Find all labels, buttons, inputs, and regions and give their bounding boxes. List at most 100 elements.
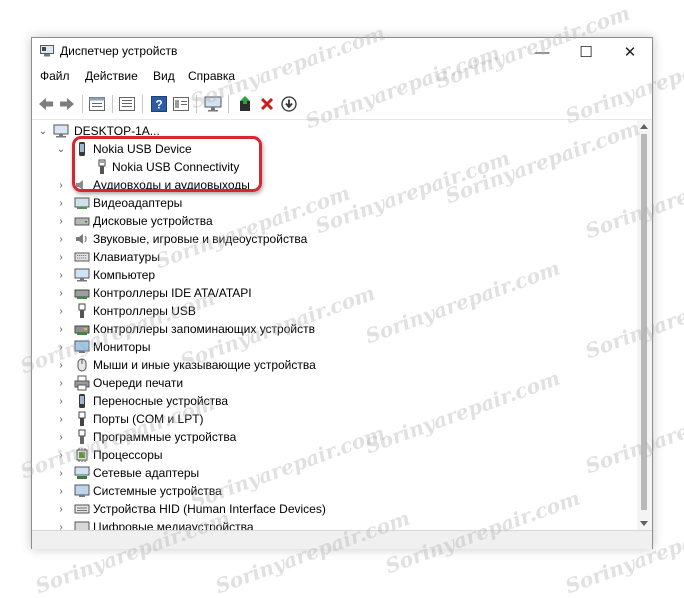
tree-item-category[interactable]: › Переносные устройства	[32, 392, 636, 410]
menu-view[interactable]: Вид	[153, 69, 175, 83]
storage-controller-icon	[74, 325, 90, 335]
chevron-down-icon[interactable]: ⌄	[56, 143, 66, 155]
device-manager-window: Диспетчер устройств — ☐ ✕ Файл Действие …	[31, 37, 653, 549]
disk-drive-icon	[74, 217, 90, 226]
back-button[interactable]	[35, 93, 57, 115]
chevron-right-icon[interactable]: ›	[56, 413, 66, 425]
chevron-right-icon[interactable]: ›	[56, 503, 66, 515]
tree-item-category[interactable]: › Устройства HID (Human Interface Device…	[32, 500, 636, 518]
scroll-down-icon[interactable]	[640, 521, 648, 526]
help-icon: ?	[151, 96, 167, 112]
chevron-right-icon[interactable]: ›	[56, 485, 66, 497]
toolbar-separator	[82, 95, 83, 113]
close-button[interactable]: ✕	[608, 38, 652, 66]
media-device-icon	[74, 521, 90, 530]
port-icon	[78, 411, 86, 426]
tree-item-label: Контроллеры USB	[93, 304, 196, 318]
processor-icon	[76, 448, 88, 462]
system-device-icon	[74, 484, 90, 497]
network-adapter-icon	[74, 466, 90, 479]
tree-item-category[interactable]: › Контроллеры запоминающих устройств	[32, 320, 636, 338]
chevron-right-icon[interactable]: ›	[56, 521, 66, 531]
toolbar: ?	[32, 89, 652, 120]
details-button[interactable]	[116, 93, 138, 115]
chevron-right-icon[interactable]: ›	[56, 431, 66, 443]
maximize-icon: ☐	[579, 44, 593, 61]
update-driver-button[interactable]	[234, 93, 256, 115]
tree-item-label: Контроллеры запоминающих устройств	[93, 322, 315, 336]
ide-controller-icon	[74, 289, 90, 299]
properties-button[interactable]	[86, 93, 108, 115]
tree-item-category[interactable]: › Сетевые адаптеры	[32, 464, 636, 482]
maximize-button[interactable]: ☐	[564, 38, 608, 66]
details-icon	[119, 97, 135, 111]
chevron-right-icon[interactable]: ›	[56, 395, 66, 407]
tree-item-category[interactable]: › Компьютер	[32, 266, 636, 284]
vertical-scrollbar[interactable]	[637, 120, 652, 530]
tree-item-label: Видеоадаптеры	[93, 196, 183, 210]
toolbar-separator	[196, 95, 197, 113]
chevron-right-icon[interactable]: ›	[56, 287, 66, 299]
tree-item-category[interactable]: › Дисковые устройства	[32, 212, 636, 230]
tree-item-category[interactable]: › Контроллеры IDE ATA/ATAPI	[32, 284, 636, 302]
tree-item-category[interactable]: › Процессоры	[32, 446, 636, 464]
chevron-right-icon[interactable]: ›	[56, 305, 66, 317]
tree-item-category[interactable]: › Видеоадаптеры	[32, 194, 636, 212]
forward-button[interactable]	[56, 93, 78, 115]
chevron-right-icon[interactable]: ›	[56, 251, 66, 263]
chevron-right-icon[interactable]: ›	[56, 359, 66, 371]
tree-item-category[interactable]: › Системные устройства	[32, 482, 636, 500]
tree-item-category[interactable]: › Программные устройства	[32, 428, 636, 446]
tree-item-category[interactable]: › Контроллеры USB	[32, 302, 636, 320]
chevron-right-icon[interactable]: ›	[56, 215, 66, 227]
toolbar-separator	[142, 95, 143, 113]
toolbar-separator	[228, 95, 229, 113]
help-button[interactable]: ?	[148, 93, 170, 115]
chevron-right-icon[interactable]: ›	[56, 341, 66, 353]
tree-item-category[interactable]: › Звуковые, игровые и видеоустройства	[32, 230, 636, 248]
tree-item-category[interactable]: › Очереди печати	[32, 374, 636, 392]
menu-file[interactable]: Файл	[40, 69, 70, 83]
status-bar	[32, 530, 652, 549]
scan-hardware-button[interactable]	[202, 93, 224, 115]
highlight-frame	[72, 136, 262, 192]
chevron-right-icon[interactable]: ›	[56, 269, 66, 281]
scrollbar-thumb[interactable]	[641, 134, 647, 510]
title-bar[interactable]: Диспетчер устройств — ☐ ✕	[32, 38, 652, 66]
chevron-right-icon[interactable]: ›	[56, 197, 66, 209]
chevron-right-icon[interactable]: ›	[56, 323, 66, 335]
mouse-icon	[77, 358, 87, 372]
tree-item-label: Звуковые, игровые и видеоустройства	[93, 232, 308, 246]
toolbar-separator	[112, 95, 113, 113]
uninstall-button[interactable]	[256, 93, 278, 115]
tree-item-category[interactable]: › Порты (COM и LPT)	[32, 410, 636, 428]
chevron-right-icon[interactable]: ›	[56, 449, 66, 461]
uninstall-icon	[260, 97, 274, 111]
tree-item-label: Сетевые адаптеры	[93, 466, 200, 480]
menu-action[interactable]: Действие	[85, 69, 138, 83]
display-adapter-icon	[74, 197, 90, 209]
chevron-right-icon[interactable]: ›	[56, 467, 66, 479]
keyboard-icon	[74, 252, 90, 262]
menu-help[interactable]: Справка	[188, 69, 235, 83]
device-manager-icon	[40, 45, 54, 57]
chevron-right-icon[interactable]: ›	[56, 377, 66, 389]
chevron-down-icon[interactable]: ⌄	[38, 125, 48, 137]
hid-icon	[74, 504, 90, 514]
scroll-up-icon[interactable]	[640, 124, 648, 129]
monitor-icon	[74, 340, 90, 353]
tree-item-category[interactable]: › Цифровые медиаустройства	[32, 518, 636, 530]
properties-icon	[89, 97, 105, 111]
computer-icon	[74, 268, 90, 282]
window-title: Диспетчер устройств	[60, 44, 178, 58]
chevron-right-icon[interactable]: ›	[56, 233, 66, 245]
portable-device-icon	[79, 394, 85, 408]
tree-item-category[interactable]: › Клавиатуры	[32, 248, 636, 266]
tree-item-category[interactable]: › Мыши и иные указывающие устройства	[32, 356, 636, 374]
view-button[interactable]	[170, 93, 192, 115]
chevron-right-icon[interactable]: ›	[56, 179, 66, 191]
tree-item-category[interactable]: › Мониторы	[32, 338, 636, 356]
disable-button[interactable]	[278, 93, 300, 115]
tree-item-label: Компьютер	[93, 268, 156, 282]
minimize-button[interactable]: —	[520, 38, 564, 66]
